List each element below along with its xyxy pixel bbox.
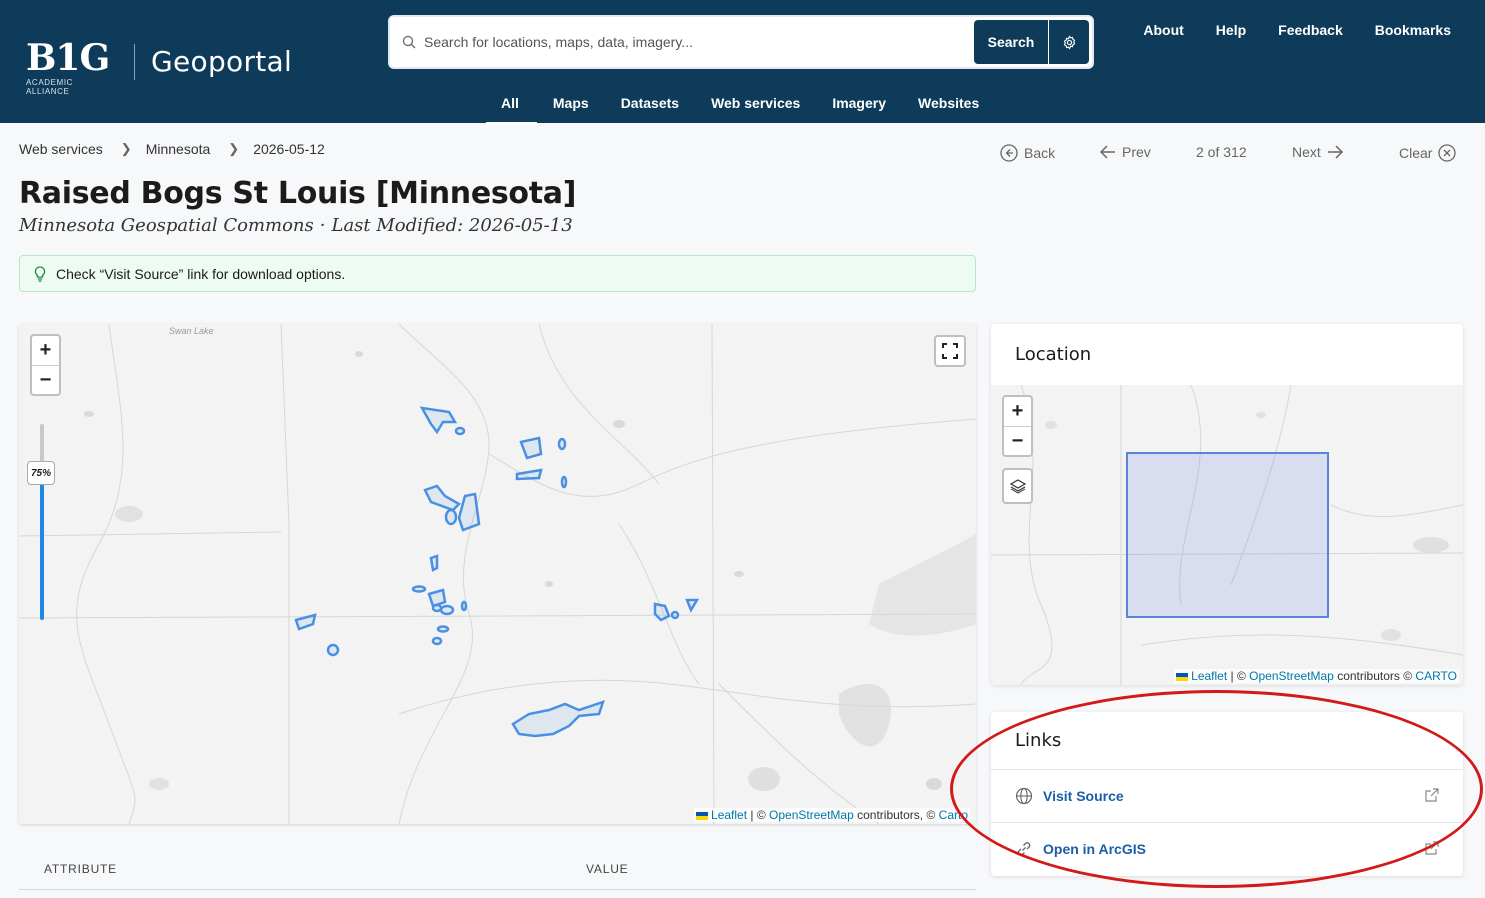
tab-web-services[interactable]: Web services (695, 86, 816, 125)
big-ten-logo[interactable]: B1G ACADEMIC ALLIANCE (26, 37, 116, 96)
open-in-arcgis-label: Open in ArcGIS (1043, 841, 1146, 857)
place-label-swan-lake: Swan Lake (169, 326, 214, 336)
logo-text: B1G (26, 37, 110, 79)
links-card: Links Visit Source Open in ArcGIS (991, 712, 1463, 876)
nav-about[interactable]: About (1143, 22, 1183, 38)
basemap: Swan Lake (19, 324, 976, 824)
breadcrumb-web-services[interactable]: Web services (19, 141, 103, 157)
layers-icon (1009, 479, 1026, 494)
visit-source-label: Visit Source (1043, 788, 1124, 804)
fullscreen-button[interactable] (934, 335, 966, 367)
back-button[interactable]: Back (1000, 144, 1055, 162)
search-bar: Search (388, 15, 1094, 69)
layers-button[interactable] (1002, 468, 1033, 504)
notice-text: Check “Visit Source” link for download o… (56, 265, 346, 282)
location-zoom-control: + − (1002, 395, 1033, 457)
attribution-text: contributors © (1337, 669, 1413, 683)
globe-icon (1015, 787, 1033, 805)
prev-label: Prev (1122, 144, 1151, 160)
location-zoom-out-button[interactable]: − (1004, 426, 1031, 455)
arrow-right-icon (1327, 145, 1343, 159)
external-link-icon (1425, 788, 1439, 802)
nav-bookmarks[interactable]: Bookmarks (1375, 22, 1451, 38)
main-map[interactable]: Swan Lake + − 75% Leaflet | © OpenStreet… (19, 324, 976, 824)
opacity-handle[interactable]: 75% (27, 461, 55, 485)
location-map[interactable]: + − Leaflet | © OpenStreetMap contributo… (991, 385, 1463, 685)
attribution-text: contributors, © (857, 808, 936, 822)
breadcrumb-minnesota[interactable]: Minnesota (146, 141, 211, 157)
leaflet-link[interactable]: Leaflet (1191, 669, 1227, 683)
last-modified: Last Modified: 2026-05-13 (331, 215, 573, 236)
record-subtitle: Minnesota Geospatial Commons · Last Modifi… (19, 215, 573, 236)
lightbulb-icon (34, 265, 46, 282)
visit-source-link[interactable]: Visit Source (991, 769, 1463, 822)
logo-divider (134, 44, 135, 80)
tab-all[interactable]: All (486, 86, 537, 125)
clear-label: Clear (1399, 145, 1433, 161)
ukraine-flag-icon (1176, 672, 1189, 681)
download-notice: Check “Visit Source” link for download o… (19, 255, 976, 292)
external-link-icon (1425, 841, 1439, 855)
leaflet-link[interactable]: Leaflet (711, 808, 747, 822)
osm-link[interactable]: OpenStreetMap (769, 808, 854, 822)
open-in-arcgis-link[interactable]: Open in ArcGIS (991, 822, 1463, 875)
page-title: Raised Bogs St Louis [Minnesota] (19, 176, 577, 211)
location-attribution: Leaflet | © OpenStreetMap contributors ©… (1174, 669, 1459, 683)
resource-tabs: All Maps Datasets Web services Imagery W… (486, 86, 995, 125)
publisher: Minnesota Geospatial Commons (19, 215, 314, 236)
opacity-slider[interactable] (40, 424, 44, 620)
gear-icon (1063, 34, 1075, 50)
top-nav: About Help Feedback Bookmarks (1143, 22, 1451, 38)
breadcrumb-date[interactable]: 2026-05-12 (253, 141, 325, 157)
search-input[interactable] (424, 30, 964, 54)
opacity-slider-fill (40, 473, 44, 620)
map-attribution: Leaflet | © OpenStreetMap contributors, … (694, 808, 970, 822)
chevron-right-icon: ❯ (228, 141, 240, 156)
logo-subtitle: ACADEMIC ALLIANCE (26, 78, 74, 96)
result-position: 2 of 312 (1196, 144, 1247, 160)
location-zoom-in-button[interactable]: + (1004, 397, 1031, 426)
carto-link[interactable]: CARTO (1415, 669, 1457, 683)
arrow-left-icon (1100, 145, 1115, 159)
back-circle-icon (1000, 144, 1018, 162)
attribute-table-header: ATTRIBUTE VALUE (19, 848, 976, 890)
clear-button[interactable]: Clear (1399, 144, 1457, 162)
tab-imagery[interactable]: Imagery (816, 86, 902, 125)
link-icon (1017, 842, 1031, 856)
search-button[interactable]: Search (974, 20, 1048, 64)
result-navigation: Back Prev 2 of 312 Next Clear (1000, 144, 1460, 164)
carto-link[interactable]: Carto (939, 808, 968, 822)
prev-button[interactable]: Prev (1100, 144, 1151, 160)
nav-help[interactable]: Help (1216, 22, 1246, 38)
map-zoom-control: + − (30, 334, 61, 396)
zoom-in-button[interactable]: + (32, 336, 59, 365)
zoom-out-button[interactable]: − (32, 365, 59, 394)
tab-maps[interactable]: Maps (537, 86, 605, 125)
tab-datasets[interactable]: Datasets (605, 86, 695, 125)
search-icon (402, 35, 416, 49)
links-title: Links (1015, 730, 1062, 751)
nav-feedback[interactable]: Feedback (1278, 22, 1343, 38)
location-card: Location + − Leaflet | © OpenStreetMap c… (991, 324, 1463, 685)
location-title: Location (1015, 344, 1092, 365)
chevron-right-icon: ❯ (120, 141, 132, 156)
next-button[interactable]: Next (1292, 144, 1343, 160)
bounding-box (1126, 452, 1329, 618)
column-attribute: ATTRIBUTE (44, 862, 117, 876)
search-settings-button[interactable] (1049, 20, 1089, 64)
ukraine-flag-icon (696, 811, 709, 820)
close-circle-icon (1438, 144, 1457, 162)
separator-dot: · (319, 215, 326, 236)
brand-title[interactable]: Geoportal (151, 45, 292, 78)
back-label: Back (1024, 145, 1056, 161)
breadcrumb: Web services ❯ Minnesota ❯ 2026-05-12 (19, 141, 325, 157)
site-header: B1G ACADEMIC ALLIANCE Geoportal Search A… (0, 0, 1485, 125)
column-value: VALUE (586, 862, 629, 876)
tab-websites[interactable]: Websites (902, 86, 995, 125)
osm-link[interactable]: OpenStreetMap (1249, 669, 1334, 683)
fullscreen-icon (942, 343, 958, 359)
next-label: Next (1292, 144, 1321, 160)
